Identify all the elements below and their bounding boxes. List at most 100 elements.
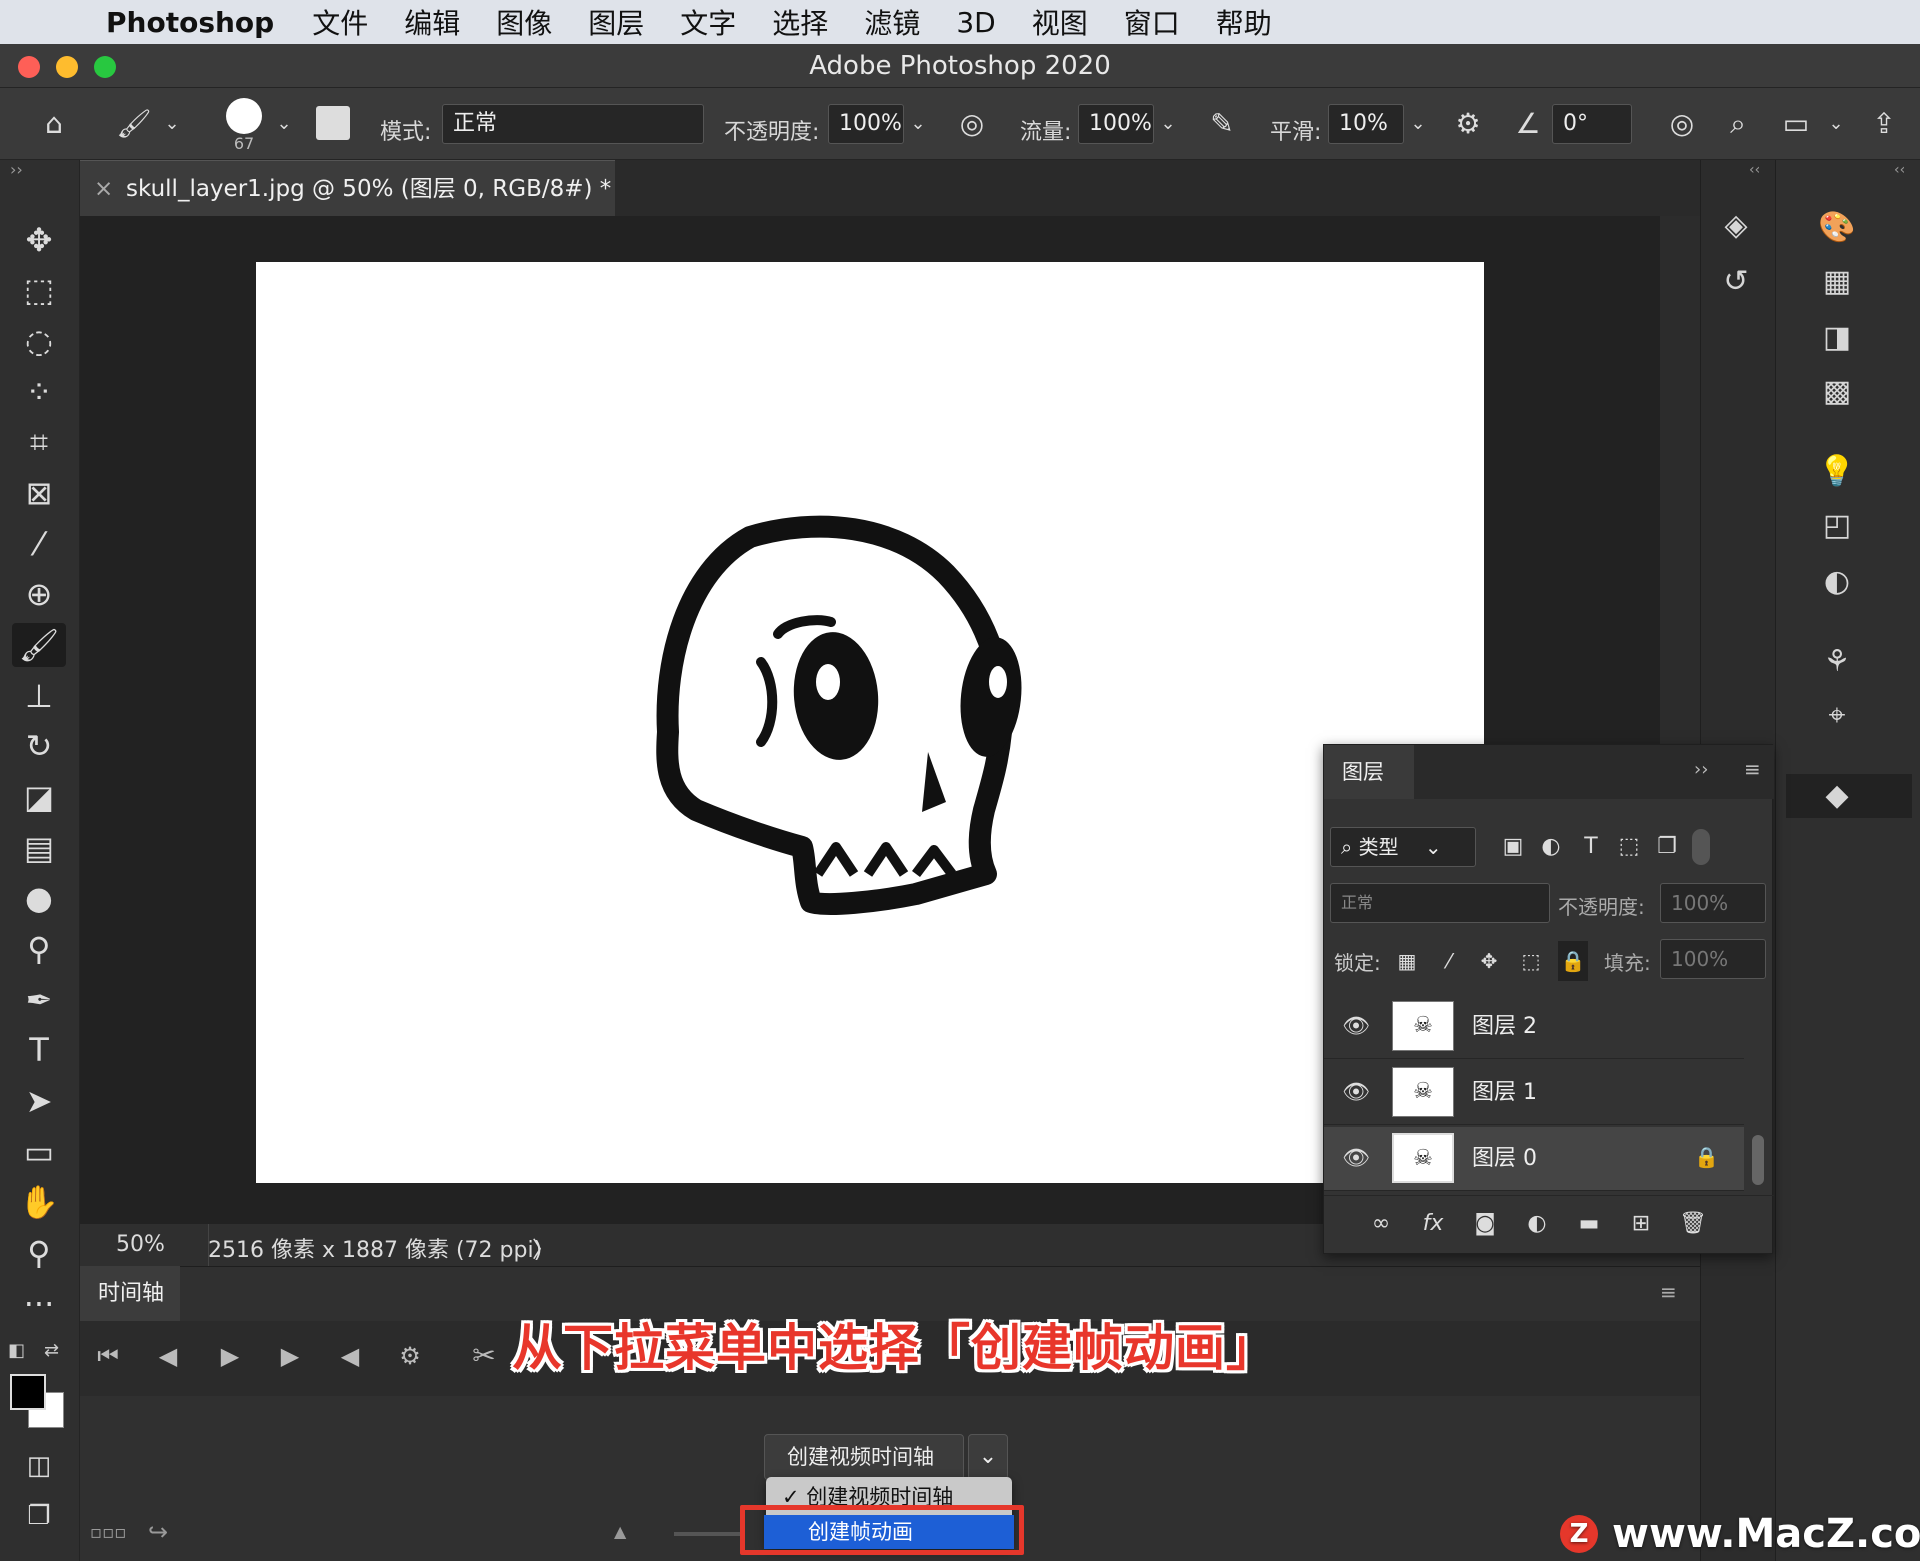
menu-3d[interactable]: 3D [956, 6, 995, 39]
mode-select[interactable]: 正常 [442, 104, 704, 144]
gear-icon[interactable]: ⚙ [1446, 104, 1490, 144]
menu-image[interactable]: 图像 [496, 2, 552, 42]
menu-layer[interactable]: 图层 [588, 2, 644, 42]
lock-all-icon[interactable]: 🔒 [1558, 941, 1588, 981]
lock-transparent-icon[interactable]: ▦ [1392, 941, 1422, 981]
dodge-tool-icon[interactable]: ⚲ [12, 927, 66, 971]
fill-field[interactable]: 100% [1660, 939, 1766, 979]
lock-position-icon[interactable]: ✥ [1474, 941, 1504, 981]
blur-tool-icon[interactable]: ● [12, 876, 66, 920]
lasso-tool-icon[interactable]: ◌ [12, 319, 66, 363]
lock-pixels-icon[interactable]: ⁄ [1434, 941, 1464, 981]
layer-row[interactable]: 👁 ☠ 图层 1 [1324, 1061, 1744, 1125]
first-frame-icon[interactable]: ⏮ [88, 1334, 128, 1378]
color-palette-icon[interactable]: 🎨 [1812, 206, 1862, 250]
flow-field[interactable]: 100% [1078, 104, 1154, 144]
menu-app-name[interactable]: Photoshop [106, 6, 274, 39]
zoom-tool-icon[interactable]: ⚲ [12, 1231, 66, 1275]
hand-tool-icon[interactable]: ✋ [12, 1180, 66, 1224]
chevron-down-icon[interactable]: ⌄ [1156, 104, 1180, 144]
chevron-down-icon[interactable]: ⌄ [906, 104, 930, 144]
pressure-size-icon[interactable]: ◎ [1660, 104, 1704, 144]
lock-artboard-icon[interactable]: ⬚ [1516, 941, 1546, 981]
panel-menu-icon[interactable]: ≡ [1744, 757, 1761, 781]
quick-mask-icon[interactable]: ◫ [12, 1444, 66, 1488]
channels-icon[interactable]: ⚘ [1812, 640, 1862, 684]
fx-icon[interactable]: fx [1416, 1204, 1450, 1244]
adjustments-icon[interactable]: ◐ [1812, 560, 1862, 604]
layer-blend-mode-select[interactable]: 正常 [1330, 883, 1550, 923]
filter-adjustment-icon[interactable]: ◐ [1534, 827, 1568, 867]
layer-name[interactable]: 图层 0 [1472, 1127, 1537, 1191]
menu-file[interactable]: 文件 [312, 2, 368, 42]
layer-name[interactable]: 图层 2 [1472, 995, 1537, 1059]
brush-size-preview[interactable] [226, 98, 262, 134]
layer-opacity-field[interactable]: 100% [1660, 883, 1766, 923]
visibility-eye-icon[interactable]: 👁 [1338, 1009, 1374, 1045]
collapse-panels-icon[interactable]: ‹‹ [1894, 162, 1905, 178]
eraser-tool-icon[interactable]: ◪ [12, 775, 66, 819]
status-menu-arrow[interactable]: 〉 [532, 1232, 554, 1264]
properties-icon[interactable]: ◰ [1812, 504, 1862, 548]
filter-pixel-icon[interactable]: ▣ [1496, 827, 1530, 867]
layer-name[interactable]: 图层 1 [1472, 1061, 1537, 1125]
play-icon[interactable]: ▶ [210, 1334, 250, 1378]
link-layers-icon[interactable]: ∞ [1364, 1204, 1398, 1244]
layer-row[interactable]: 👁 ☠ 图层 2 [1324, 995, 1744, 1059]
layers-dock-button[interactable]: ◆ [1786, 774, 1912, 818]
search-icon[interactable]: ⌕ [1716, 104, 1760, 144]
marquee-tool-icon[interactable]: ⬚ [12, 268, 66, 312]
close-tab-icon[interactable]: × [94, 161, 113, 217]
filter-shape-icon[interactable]: ⬚ [1612, 827, 1646, 867]
add-mask-icon[interactable]: ◙ [1468, 1204, 1502, 1244]
brush-preset-icon[interactable]: 🖌 [112, 104, 156, 144]
audio-icon[interactable]: ◀ [330, 1334, 370, 1378]
learn-icon[interactable]: 💡 [1812, 450, 1862, 494]
home-icon[interactable]: ⌂ [30, 104, 78, 144]
menu-type[interactable]: 文字 [680, 2, 736, 42]
share-icon[interactable]: ⇪ [1862, 104, 1906, 144]
foreground-color-swatch[interactable] [10, 1374, 46, 1410]
brush-tool-icon[interactable]: 🖌 [12, 623, 66, 667]
airbrush-icon[interactable]: ✎ [1200, 104, 1244, 144]
brush-angle-field[interactable]: 0° [1552, 104, 1632, 144]
visibility-eye-icon[interactable]: 👁 [1338, 1141, 1374, 1177]
default-colors-icon[interactable]: ◧ [8, 1340, 25, 1361]
patterns-icon[interactable]: ▩ [1812, 370, 1862, 414]
zoom-out-mountain-icon[interactable]: ▲ [614, 1522, 626, 1541]
workspace-icon[interactable]: ▭ [1774, 104, 1818, 144]
trash-icon[interactable]: 🗑 [1676, 1204, 1710, 1244]
move-tool-icon[interactable]: ✥ [12, 218, 66, 262]
chevron-down-icon[interactable]: ⌄ [1406, 104, 1430, 144]
menu-edit[interactable]: 编辑 [404, 2, 460, 42]
path-selection-tool-icon[interactable]: ➤ [12, 1079, 66, 1123]
group-folder-icon[interactable]: ▬ [1572, 1204, 1606, 1244]
menu-help[interactable]: 帮助 [1216, 2, 1272, 42]
filter-type-icon[interactable]: T [1574, 827, 1608, 867]
screen-mode-icon[interactable]: ❐ [12, 1494, 66, 1538]
rectangle-tool-icon[interactable]: ▭ [12, 1130, 66, 1174]
layer-filter-select[interactable]: ⌕ 类型 ⌄ [1330, 827, 1476, 867]
healing-brush-tool-icon[interactable]: ⊕ [12, 572, 66, 616]
split-scissors-icon[interactable]: ✂ [464, 1334, 504, 1378]
timeline-zoom-slider[interactable] [674, 1532, 744, 1536]
frame-view-icon[interactable]: ▫▫▫ [90, 1522, 127, 1543]
type-tool-icon[interactable]: T [12, 1028, 66, 1072]
document-tab[interactable]: × skull_layer1.jpg @ 50% (图层 0, RGB/8#) … [80, 160, 615, 216]
visibility-eye-icon[interactable]: 👁 [1338, 1075, 1374, 1111]
eyedropper-tool-icon[interactable]: ⁄ [12, 522, 66, 566]
history-icon[interactable]: ↺ [1711, 260, 1761, 304]
previous-frame-icon[interactable]: ◀ [148, 1334, 188, 1378]
panel-expand-icon[interactable]: ›› [1694, 759, 1708, 780]
layers-tab[interactable]: 图层 [1324, 745, 1414, 799]
quick-selection-tool-icon[interactable]: ⁘ [12, 370, 66, 414]
smoothing-field[interactable]: 10% [1328, 104, 1404, 144]
adjustment-layer-icon[interactable]: ◐ [1520, 1204, 1554, 1244]
pen-tool-icon[interactable]: ✒ [12, 978, 66, 1022]
pressure-opacity-icon[interactable]: ◎ [950, 104, 994, 144]
layer-row-selected[interactable]: 👁 ☠ 图层 0 🔒 [1324, 1127, 1744, 1191]
next-frame-icon[interactable]: ▶ [270, 1334, 310, 1378]
opacity-field[interactable]: 100% [828, 104, 904, 144]
more-tools-icon[interactable]: ··· [12, 1282, 66, 1326]
chevron-down-icon[interactable]: ⌄ [272, 104, 296, 144]
